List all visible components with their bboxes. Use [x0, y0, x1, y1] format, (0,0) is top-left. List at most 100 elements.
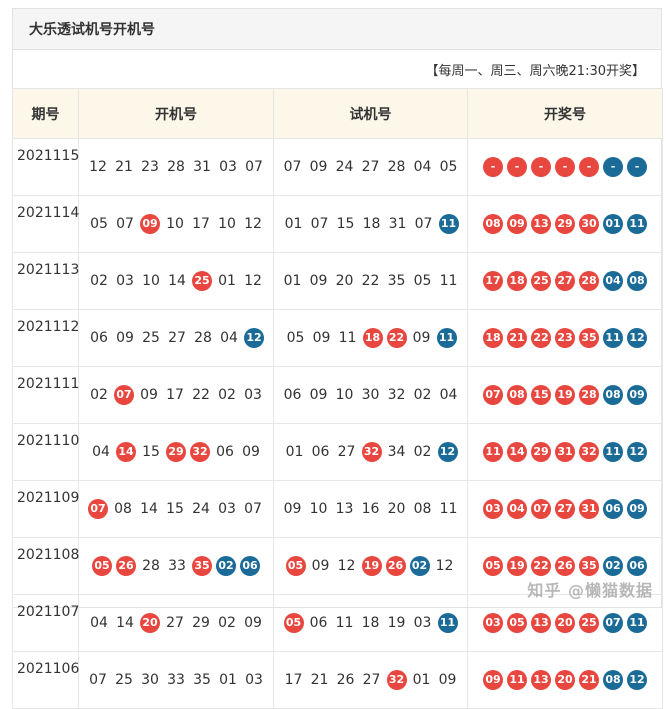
number: 09: [309, 387, 328, 403]
red-ball: 05: [483, 556, 503, 576]
number: 30: [361, 387, 380, 403]
number: 02: [218, 387, 236, 403]
red-ball: 04: [507, 499, 527, 519]
number: 07: [245, 159, 263, 175]
open-numbers-cell: 02 03 10 14 25 01 12: [78, 252, 274, 310]
trial-numbers-cell: 17 21 26 27 32 01 09: [273, 651, 468, 709]
number: 28: [194, 330, 212, 346]
red-ball: 07: [88, 499, 108, 519]
red-ball: 25: [192, 271, 212, 291]
number: 03: [219, 159, 237, 175]
red-ball: 13: [531, 613, 551, 633]
number: 33: [167, 672, 185, 688]
open-numbers-cell: 12 21 23 28 31 03 07: [78, 138, 274, 196]
number: 10: [142, 273, 160, 289]
red-ball: 32: [190, 442, 210, 462]
number: 07: [89, 672, 107, 688]
number: 09: [412, 330, 431, 346]
draw-numbers-cell: 17 18 25 27 28 04 08: [467, 252, 663, 310]
number: 09: [283, 501, 302, 517]
red-ball: 29: [555, 214, 575, 234]
number: 11: [335, 615, 354, 631]
trial-numbers-cell: 07 09 24 27 28 04 05: [273, 138, 468, 196]
red-ball: 27: [555, 499, 575, 519]
number: 05: [90, 216, 108, 232]
red-ball: 13: [531, 214, 551, 234]
trial-numbers-cell: 01 09 20 22 35 05 11: [273, 252, 468, 310]
trial-numbers-cell: 05 09 11 18 22 09 11: [273, 309, 468, 367]
blue-ball: 11: [603, 442, 623, 462]
number: 34: [387, 444, 406, 460]
draw-numbers-cell: 07 08 15 19 28 08 09: [467, 366, 663, 424]
open-numbers-cell: 07 25 30 33 35 01 03: [78, 651, 274, 709]
number: 27: [168, 330, 186, 346]
blue-ball: 08: [603, 670, 623, 690]
number: 22: [192, 387, 210, 403]
number: 14: [116, 615, 134, 631]
trial-numbers-cell: 05 06 11 18 19 03 11: [273, 594, 468, 652]
red-ball: 05: [92, 556, 112, 576]
number: 06: [311, 444, 330, 460]
number: 08: [413, 501, 432, 517]
number: 01: [412, 672, 431, 688]
open-numbers-cell: 02 07 09 17 22 02 03: [78, 366, 274, 424]
number: 31: [193, 159, 211, 175]
blue-ball: 12: [627, 670, 647, 690]
red-ball: 05: [285, 556, 306, 576]
red-ball: 09: [507, 214, 527, 234]
red-ball: 05: [283, 613, 304, 633]
table-row: 2021107 04 14 20 27 29 02 09 05 06 11 18 19 03 11 03 05 1…: [12, 594, 663, 652]
trial-numbers-cell: 09 10 13 16 20 08 11: [273, 480, 468, 538]
number: 12: [435, 558, 454, 574]
draw-numbers-cell: 08 09 13 29 30 01 11: [467, 195, 663, 253]
blue-ball: 09: [627, 385, 647, 405]
red-ball: 29: [166, 442, 186, 462]
table-row: 2021113 02 03 10 14 25 01 12 01 09 20 22 35 05 11 17 18 2…: [12, 252, 663, 310]
blue-ball: 08: [603, 385, 623, 405]
table-row: 2021115 12 21 23 28 31 03 07 07 09 24 27 28 04 05- - - - -…: [12, 138, 663, 196]
number: 35: [387, 273, 406, 289]
open-numbers-cell: 05 26 28 33 35 02 06: [78, 537, 274, 595]
number: 01: [283, 273, 302, 289]
number: 05: [413, 273, 432, 289]
panel-title: 大乐透试机号开机号: [13, 9, 661, 50]
blue-ball: 07: [603, 613, 623, 633]
draw-numbers-cell: 09 11 13 20 21 08 12: [467, 651, 663, 709]
blue-ball: 11: [603, 328, 623, 348]
table-body: 2021115 12 21 23 28 31 03 07 07 09 24 27 28 04 05- - - - -…: [12, 138, 663, 709]
blue-ball: 11: [438, 214, 459, 234]
number: 14: [140, 501, 158, 517]
table-row: 2021106 07 25 30 33 35 01 03 17 21 26 27 32 01 09 09 11 1…: [12, 651, 663, 709]
red-ball: 25: [579, 613, 599, 633]
red-ball: 22: [531, 556, 551, 576]
red-ball: 23: [555, 328, 575, 348]
number: 25: [142, 330, 160, 346]
red-ball: 14: [116, 442, 136, 462]
number: 06: [283, 387, 302, 403]
results-table: 期号 开机号 试机号 开奖号 2021115 12 21 23 28 31 03 07 07 09…: [12, 88, 663, 709]
number: 02: [218, 615, 236, 631]
lottery-panel: 大乐透试机号开机号 【每周一、周三、周六晚21:30开奖】 期号 开机号 试机号…: [12, 8, 663, 709]
number: 02: [413, 444, 432, 460]
red-ball: 26: [385, 556, 406, 576]
blue-ball: 11: [437, 613, 458, 633]
header-issue: 期号: [12, 88, 79, 139]
number: 24: [335, 159, 354, 175]
header-trial: 试机号: [273, 88, 468, 139]
number: 25: [115, 672, 133, 688]
blue-ball: 06: [627, 556, 647, 576]
open-numbers-cell: 05 07 09 10 17 10 12: [78, 195, 274, 253]
draw-numbers-cell: -------: [467, 138, 663, 196]
number: 27: [362, 672, 381, 688]
red-ball: 11: [483, 442, 503, 462]
blue-ball: 12: [627, 442, 647, 462]
number: 12: [244, 273, 262, 289]
number: 05: [286, 330, 305, 346]
number: 09: [242, 444, 260, 460]
red-ball: 15: [531, 385, 551, 405]
issue-number: 2021109: [12, 480, 79, 538]
red-ball: -: [507, 157, 527, 177]
open-numbers-cell: 07 08 14 15 24 03 07: [78, 480, 274, 538]
number: 01: [218, 273, 236, 289]
issue-number: 2021111: [12, 366, 79, 424]
